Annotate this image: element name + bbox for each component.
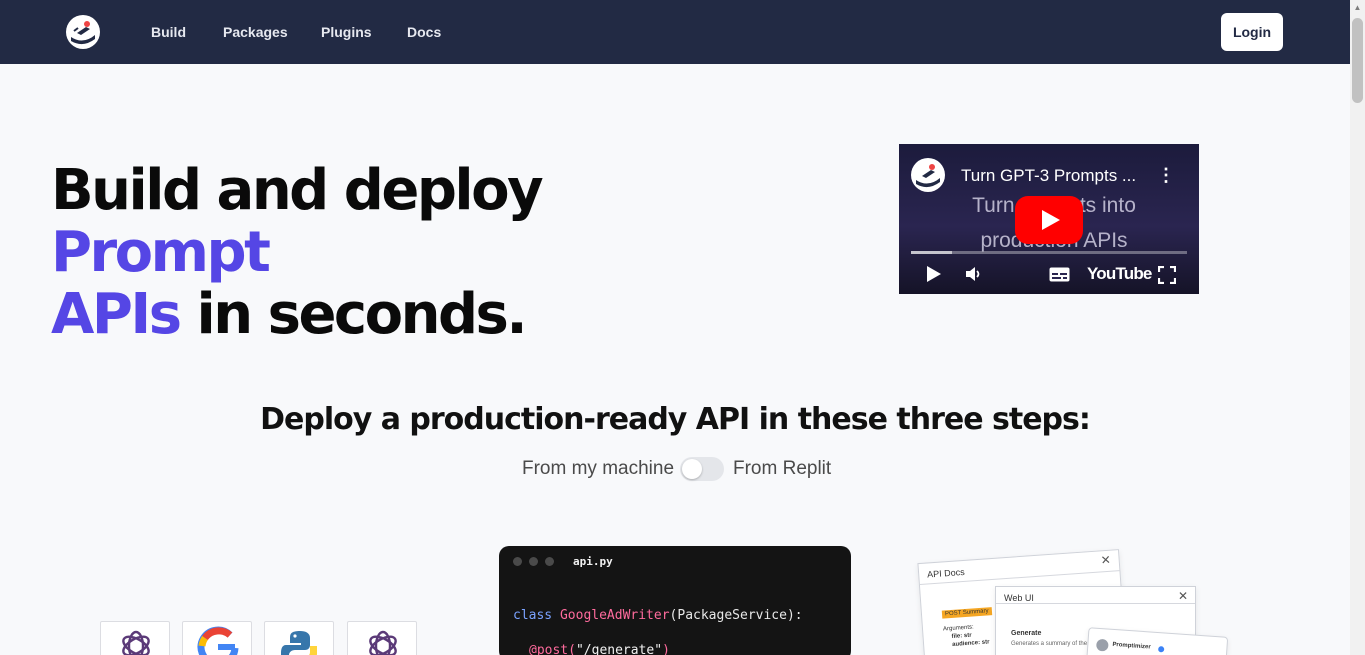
fullscreen-icon[interactable] <box>1158 266 1176 284</box>
steps-heading: Deploy a production-ready API in these t… <box>260 402 1091 437</box>
more-vert-icon[interactable]: ⋮ <box>1157 164 1175 186</box>
code-route-string: "/generate" <box>575 643 663 655</box>
nav-link-build[interactable]: Build <box>151 24 186 40</box>
youtube-logo[interactable]: YouTube <box>1087 264 1152 284</box>
panel-divider <box>996 603 1195 604</box>
toggle-knob <box>682 459 702 479</box>
youtube-video-embed[interactable]: Turn prompts into production APIs Turn G… <box>899 144 1199 294</box>
chat-panel: Promptimizer <box>1085 627 1229 655</box>
google-card <box>182 621 252 655</box>
code-line-1: class GoogleAdWriter(PackageService): <box>513 608 803 623</box>
verified-badge-icon <box>1157 646 1165 653</box>
code-keyword: class <box>513 608 560 623</box>
code-decorator: @post( <box>529 643 576 655</box>
deploy-source-toggle[interactable] <box>680 457 724 481</box>
close-icon[interactable]: ✕ <box>1100 553 1111 568</box>
login-button[interactable]: Login <box>1221 13 1283 51</box>
google-icon <box>197 626 239 655</box>
video-progress-fill <box>911 251 953 254</box>
play-icon[interactable] <box>1015 196 1083 244</box>
api-docs-title: API Docs <box>926 566 965 580</box>
video-progress-bar[interactable] <box>911 251 1187 254</box>
code-class-base: (PackageService): <box>669 608 803 623</box>
window-dot-minimize <box>529 557 538 566</box>
subtitles-icon[interactable] <box>1049 267 1070 282</box>
web-ui-heading: Generate <box>1011 630 1042 637</box>
openai-icon <box>122 630 150 655</box>
hero-title-plain-1: Build and deploy <box>51 158 544 223</box>
play-control-icon[interactable] <box>926 265 942 283</box>
arguments-label: Arguments: <box>942 624 974 633</box>
hero-title-accent-2: APIs <box>51 282 182 347</box>
top-navbar: Build Packages Plugins Docs Login <box>0 0 1350 64</box>
hero-title-accent-1: Prompt <box>51 220 271 285</box>
volume-icon[interactable] <box>965 265 983 283</box>
code-decorator-end: ) <box>662 643 670 655</box>
rocket-logo-icon[interactable] <box>66 15 100 49</box>
python-card <box>264 621 334 655</box>
python-icon <box>281 631 317 655</box>
code-filename: api.py <box>573 555 613 568</box>
nav-link-plugins[interactable]: Plugins <box>321 24 372 40</box>
toggle-label-replit[interactable]: From Replit <box>733 458 831 480</box>
code-line-2: @post("/generate") <box>529 643 670 655</box>
hero-title-plain-2: in seconds. <box>179 282 528 347</box>
arg-file: file: str <box>951 632 972 640</box>
avatar <box>1095 638 1109 652</box>
window-dot-maximize <box>545 557 554 566</box>
channel-avatar-icon[interactable] <box>911 158 945 192</box>
post-badge: POST Summary <box>941 607 992 619</box>
web-ui-title: Web UI <box>1004 593 1034 603</box>
openai-icon-2 <box>369 630 397 655</box>
scroll-up-icon[interactable]: ▲ <box>1352 3 1363 13</box>
toggle-label-machine[interactable]: From my machine <box>522 458 674 480</box>
openai-card-2 <box>347 621 417 655</box>
code-class-name: GoogleAdWriter <box>559 608 670 623</box>
video-title[interactable]: Turn GPT-3 Prompts ... <box>961 166 1136 186</box>
web-ui-description: Generates a summary of the <box>1011 641 1088 647</box>
nav-link-packages[interactable]: Packages <box>223 24 288 40</box>
scrollbar-thumb[interactable] <box>1352 18 1363 103</box>
openai-card <box>100 621 170 655</box>
nav-link-docs[interactable]: Docs <box>407 24 441 40</box>
window-dot-close <box>513 557 522 566</box>
arg-audience: audience: str <box>951 639 990 648</box>
close-icon[interactable]: ✕ <box>1178 589 1188 603</box>
chat-username: Promptimizer <box>1112 641 1151 651</box>
hero-title: Build and deploy Prompt APIs in seconds. <box>51 160 771 346</box>
